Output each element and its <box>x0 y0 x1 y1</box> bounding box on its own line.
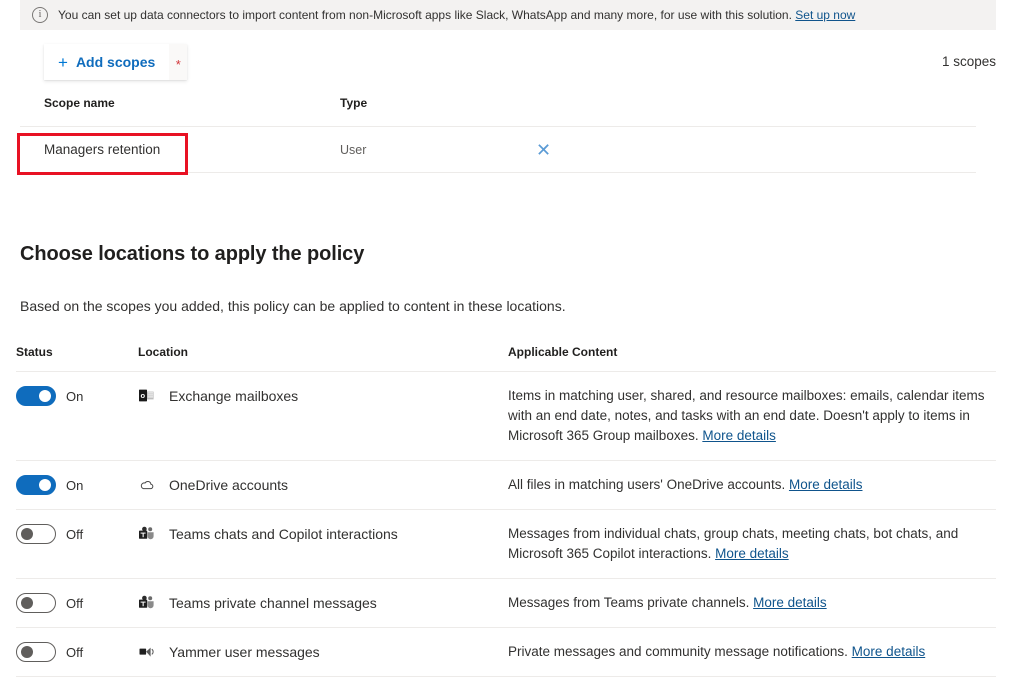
page-title: Choose locations to apply the policy <box>20 243 365 265</box>
applicable-content-onedrive: All files in matching users' OneDrive ac… <box>508 475 996 495</box>
table-row: Off Yammer user messages Private message… <box>16 627 996 677</box>
required-asterisk: * <box>175 56 181 72</box>
location-label: Teams private channel messages <box>169 595 377 611</box>
location-cell-teams-chats: Teams chats and Copilot interactions <box>138 524 508 543</box>
banner-message: You can set up data connectors to import… <box>58 8 796 22</box>
plus-icon: + <box>58 52 68 72</box>
column-header-status: Status <box>16 345 53 359</box>
applicable-content-exchange: Items in matching user, shared, and reso… <box>508 386 996 446</box>
locations-table-header: Status Location Applicable Content <box>16 345 996 371</box>
scopes-toolbar: + Add scopes * 1 scopes <box>0 40 1024 84</box>
more-details-link[interactable]: More details <box>753 595 827 610</box>
scopes-count: 1 scopes <box>941 54 996 69</box>
content-text: All files in matching users' OneDrive ac… <box>508 477 789 492</box>
column-header-location: Location <box>138 345 188 359</box>
scopes-table: Scope name Type Managers retention User … <box>20 96 976 173</box>
toggle-knob <box>21 528 33 540</box>
toggle-knob <box>39 479 51 491</box>
location-cell-onedrive: OneDrive accounts <box>138 475 508 494</box>
location-cell-teams-private: Teams private channel messages <box>138 593 508 612</box>
yammer-icon <box>138 643 155 660</box>
toggle-knob <box>21 646 33 658</box>
add-scopes-label: Add scopes <box>75 54 156 70</box>
table-row: On OneDrive accounts All files in matchi… <box>16 460 996 509</box>
toggle-teams-private-channels[interactable] <box>16 593 56 613</box>
location-label: Exchange mailboxes <box>169 388 299 404</box>
table-row: On o Exchange mailboxes Items in matchin… <box>16 371 996 460</box>
scope-name-cell: Managers retention <box>44 142 161 157</box>
onedrive-icon <box>138 476 155 493</box>
data-connectors-banner: i You can set up data connectors to impo… <box>20 0 996 30</box>
toggle-label: Off <box>66 595 84 611</box>
toggle-exchange-mailboxes[interactable] <box>16 386 56 406</box>
toggle-yammer-user-messages[interactable] <box>16 642 56 662</box>
column-header-scope-name: Scope name <box>44 96 115 110</box>
location-label: Yammer user messages <box>169 644 320 660</box>
toggle-knob <box>39 390 51 402</box>
info-icon: i <box>32 7 48 23</box>
add-scopes-container: + Add scopes * <box>44 44 188 80</box>
toggle-label: Off <box>66 526 84 542</box>
applicable-content-teams-chats: Messages from individual chats, group ch… <box>508 524 996 564</box>
banner-text: You can set up data connectors to import… <box>58 7 855 23</box>
status-cell-teams-chats: Off <box>16 524 138 544</box>
status-cell-onedrive: On <box>16 475 138 495</box>
teams-icon <box>138 594 155 611</box>
page-subtitle: Based on the scopes you added, this poli… <box>20 298 566 314</box>
location-cell-yammer: Yammer user messages <box>138 642 508 661</box>
applicable-content-yammer: Private messages and community message n… <box>508 642 996 662</box>
toggle-onedrive-accounts[interactable] <box>16 475 56 495</box>
set-up-now-link[interactable]: Set up now <box>795 8 855 22</box>
teams-icon <box>138 525 155 542</box>
more-details-link[interactable]: More details <box>789 477 863 492</box>
location-label: Teams chats and Copilot interactions <box>169 526 398 542</box>
applicable-content-teams-private: Messages from Teams private channels. Mo… <box>508 593 996 613</box>
locations-table: Status Location Applicable Content On o … <box>16 345 996 677</box>
table-row: Off Teams private channel messages Messa… <box>16 578 996 627</box>
toggle-label: Off <box>66 644 84 660</box>
column-header-type: Type <box>340 96 368 110</box>
toggle-label: On <box>66 388 84 404</box>
toggle-label: On <box>66 477 84 493</box>
exchange-icon: o <box>138 387 155 404</box>
table-row[interactable]: Managers retention User ✕ <box>20 126 976 173</box>
status-cell-teams-private: Off <box>16 593 138 613</box>
status-cell-yammer: Off <box>16 642 138 662</box>
add-scopes-button[interactable]: + Add scopes <box>44 44 170 80</box>
close-icon[interactable]: ✕ <box>536 141 551 159</box>
location-label: OneDrive accounts <box>169 477 289 493</box>
column-header-applicable-content: Applicable Content <box>508 345 618 359</box>
scopes-table-header: Scope name Type <box>20 96 976 126</box>
more-details-link[interactable]: More details <box>715 546 789 561</box>
status-cell-exchange: On <box>16 386 138 406</box>
toggle-teams-chats[interactable] <box>16 524 56 544</box>
scope-type-cell: User <box>340 142 367 157</box>
toggle-knob <box>21 597 33 609</box>
location-cell-exchange: o Exchange mailboxes <box>138 386 508 405</box>
table-row: Off Teams chats and Copilot interactions… <box>16 509 996 578</box>
svg-text:o: o <box>141 391 146 400</box>
content-text: Messages from Teams private channels. <box>508 595 754 610</box>
more-details-link[interactable]: More details <box>702 428 776 443</box>
